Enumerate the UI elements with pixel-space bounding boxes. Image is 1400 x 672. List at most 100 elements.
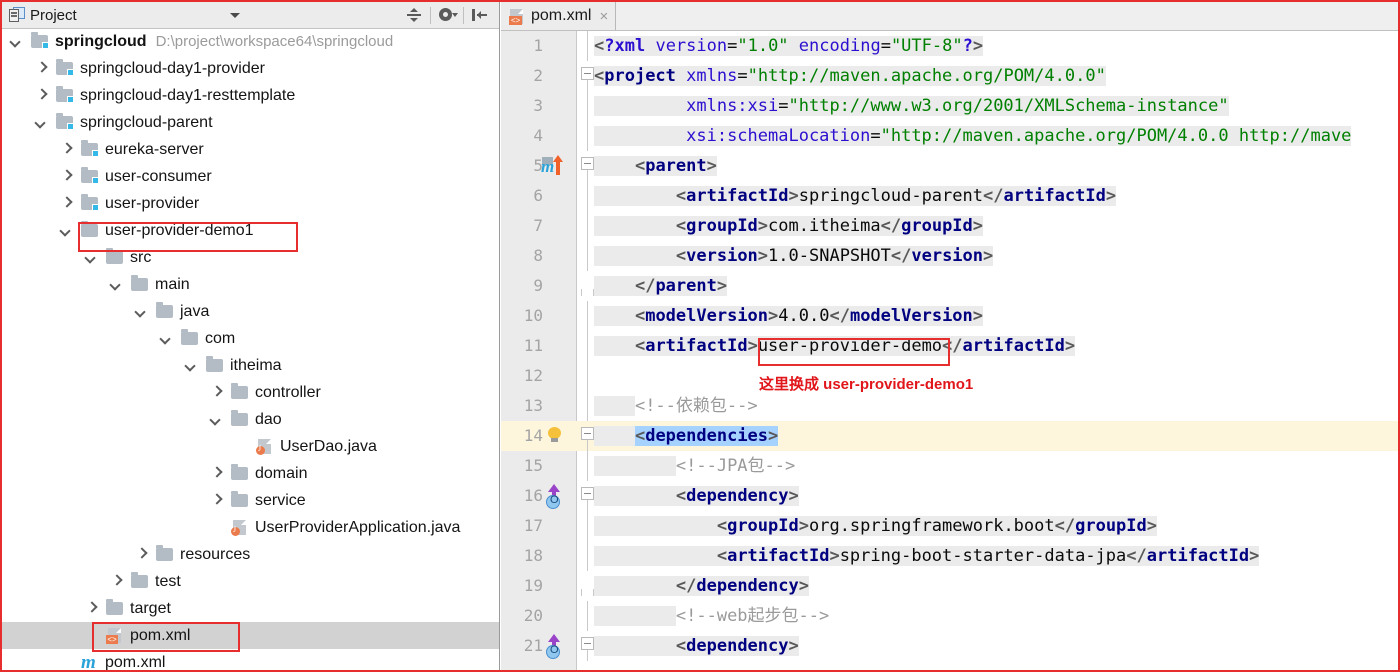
chevron-expanded-icon[interactable] bbox=[160, 332, 173, 345]
chevron-collapsed-icon[interactable] bbox=[60, 197, 73, 210]
module-folder-icon bbox=[81, 169, 99, 184]
fold-guide bbox=[587, 331, 588, 361]
line-number: 7 bbox=[501, 211, 543, 241]
chevron-collapsed-icon[interactable] bbox=[60, 143, 73, 156]
chevron-expanded-icon[interactable] bbox=[10, 35, 23, 48]
code-line-15[interactable]: 15 <!--JPA包--> bbox=[501, 451, 1398, 481]
code-line-10[interactable]: 10 <modelVersion>4.0.0</modelVersion> bbox=[501, 301, 1398, 331]
chevron-collapsed-icon[interactable] bbox=[35, 89, 48, 102]
folder-icon bbox=[231, 493, 249, 508]
project-view-icon bbox=[9, 7, 25, 23]
tree-row-pom-xml[interactable]: mpom.xml bbox=[2, 649, 499, 670]
chevron-expanded-icon[interactable] bbox=[210, 413, 223, 426]
code-line-18[interactable]: 18 <artifactId>spring-boot-starter-data-… bbox=[501, 541, 1398, 571]
code-line-6[interactable]: 6 <artifactId>springcloud-parent</artifa… bbox=[501, 181, 1398, 211]
override-arrow-icon[interactable] bbox=[541, 484, 565, 509]
tree-row-pom-xml[interactable]: <>pom.xml bbox=[2, 622, 499, 649]
tree-row-userproviderapplication-java[interactable]: UserProviderApplication.java bbox=[2, 514, 499, 541]
close-icon[interactable]: × bbox=[599, 8, 608, 25]
fold-guide bbox=[587, 451, 588, 481]
chevron-expanded-icon[interactable] bbox=[85, 251, 98, 264]
tree-row-springcloud-day1-provider[interactable]: springcloud-day1-provider bbox=[2, 55, 499, 82]
chevron-collapsed-icon[interactable] bbox=[210, 494, 223, 507]
tree-row-user-provider[interactable]: user-provider bbox=[2, 190, 499, 217]
chevron-expanded-icon[interactable] bbox=[35, 116, 48, 129]
code-line-5[interactable]: 5m <parent> bbox=[501, 151, 1398, 181]
tree-row-springcloud[interactable]: springcloudD:\project\workspace64\spring… bbox=[2, 28, 499, 55]
hide-panel-icon[interactable] bbox=[467, 2, 493, 28]
code-line-9[interactable]: 9 </parent> bbox=[501, 271, 1398, 301]
tree-row-src[interactable]: src bbox=[2, 244, 499, 271]
chevron-collapsed-icon[interactable] bbox=[210, 386, 223, 399]
tree-row-userdao-java[interactable]: UserDao.java bbox=[2, 433, 499, 460]
code-line-8[interactable]: 8 <version>1.0-SNAPSHOT</version> bbox=[501, 241, 1398, 271]
tree-row-label: springcloud-parent bbox=[80, 114, 213, 132]
code-line-16[interactable]: 16 <dependency> bbox=[501, 481, 1398, 511]
ide-window: Project bbox=[0, 0, 1400, 672]
chevron-collapsed-icon[interactable] bbox=[35, 62, 48, 75]
tree-row-com[interactable]: com bbox=[2, 325, 499, 352]
code-line-7[interactable]: 7 <groupId>com.itheima</groupId> bbox=[501, 211, 1398, 241]
code-editor[interactable]: 1<?xml version="1.0" encoding="UTF-8"?>2… bbox=[501, 31, 1398, 670]
tree-row-java[interactable]: java bbox=[2, 298, 499, 325]
tree-row-dao[interactable]: dao bbox=[2, 406, 499, 433]
tree-row-label: eureka-server bbox=[105, 141, 204, 159]
tree-row-domain[interactable]: domain bbox=[2, 460, 499, 487]
collapse-all-icon[interactable] bbox=[401, 2, 427, 28]
settings-gear-icon[interactable] bbox=[434, 2, 460, 28]
code-line-4[interactable]: 4 xsi:schemaLocation="http://maven.apach… bbox=[501, 121, 1398, 151]
chevron-collapsed-icon[interactable] bbox=[60, 170, 73, 183]
tab-pom-xml[interactable]: <> pom.xml × bbox=[501, 2, 615, 30]
code-line-20[interactable]: 20 <!--web起步包--> bbox=[501, 601, 1398, 631]
xml-file-icon: <> bbox=[508, 8, 525, 25]
code-line-text: <!--web起步包--> bbox=[594, 601, 829, 631]
maven-parent-icon[interactable]: m bbox=[541, 155, 563, 177]
chevron-collapsed-icon[interactable] bbox=[210, 467, 223, 480]
code-line-1[interactable]: 1<?xml version="1.0" encoding="UTF-8"?> bbox=[501, 31, 1398, 61]
tree-row-controller[interactable]: controller bbox=[2, 379, 499, 406]
tree-row-test[interactable]: test bbox=[2, 568, 499, 595]
intention-bulb-icon[interactable] bbox=[547, 427, 562, 444]
override-arrow-icon[interactable] bbox=[541, 634, 565, 659]
tabbar-empty-space bbox=[615, 2, 1398, 30]
module-folder-icon bbox=[81, 196, 99, 211]
code-line-21[interactable]: 21 <dependency> bbox=[501, 631, 1398, 661]
chevron-expanded-icon[interactable] bbox=[110, 278, 123, 291]
tree-row-target[interactable]: target bbox=[2, 595, 499, 622]
project-tree[interactable]: springcloudD:\project\workspace64\spring… bbox=[2, 28, 499, 670]
module-folder-icon bbox=[56, 88, 74, 103]
tab-label: pom.xml bbox=[531, 7, 591, 25]
tree-row-main[interactable]: main bbox=[2, 271, 499, 298]
tree-row-springcloud-day1-resttemplate[interactable]: springcloud-day1-resttemplate bbox=[2, 82, 499, 109]
code-line-2[interactable]: 2<project xmlns="http://maven.apache.org… bbox=[501, 61, 1398, 91]
code-line-text: <groupId>org.springframework.boot</group… bbox=[594, 511, 1157, 541]
code-line-11[interactable]: 11 <artifactId>user-provider-demo</artif… bbox=[501, 331, 1398, 361]
tree-row-user-consumer[interactable]: user-consumer bbox=[2, 163, 499, 190]
tree-row-itheima[interactable]: itheima bbox=[2, 352, 499, 379]
chevron-down-icon[interactable] bbox=[230, 13, 240, 18]
tree-row-label: springcloud-day1-resttemplate bbox=[80, 87, 295, 105]
code-line-19[interactable]: 19 </dependency> bbox=[501, 571, 1398, 601]
code-line-13[interactable]: 13 <!--依赖包--> bbox=[501, 391, 1398, 421]
tree-row-user-provider-demo1[interactable]: user-provider-demo1 bbox=[2, 217, 499, 244]
code-line-3[interactable]: 3 xmlns:xsi="http://www.w3.org/2001/XMLS… bbox=[501, 91, 1398, 121]
tree-row-resources[interactable]: resources bbox=[2, 541, 499, 568]
chevron-collapsed-icon[interactable] bbox=[110, 575, 123, 588]
chevron-expanded-icon[interactable] bbox=[185, 359, 198, 372]
code-line-text: <groupId>com.itheima</groupId> bbox=[594, 211, 983, 241]
tree-row-springcloud-parent[interactable]: springcloud-parent bbox=[2, 109, 499, 136]
code-line-text: <parent> bbox=[594, 151, 717, 181]
folder-icon bbox=[181, 331, 199, 346]
tree-spacer bbox=[60, 656, 73, 669]
line-number: 20 bbox=[501, 601, 543, 631]
chevron-expanded-icon[interactable] bbox=[60, 224, 73, 237]
code-line-17[interactable]: 17 <groupId>org.springframework.boot</gr… bbox=[501, 511, 1398, 541]
tree-row-label: controller bbox=[255, 384, 321, 402]
chevron-collapsed-icon[interactable] bbox=[135, 548, 148, 561]
chevron-expanded-icon[interactable] bbox=[135, 305, 148, 318]
line-number: 6 bbox=[501, 181, 543, 211]
tree-row-eureka-server[interactable]: eureka-server bbox=[2, 136, 499, 163]
tree-row-service[interactable]: service bbox=[2, 487, 499, 514]
chevron-collapsed-icon[interactable] bbox=[85, 602, 98, 615]
code-line-14[interactable]: 14 <dependencies> bbox=[501, 421, 1398, 451]
